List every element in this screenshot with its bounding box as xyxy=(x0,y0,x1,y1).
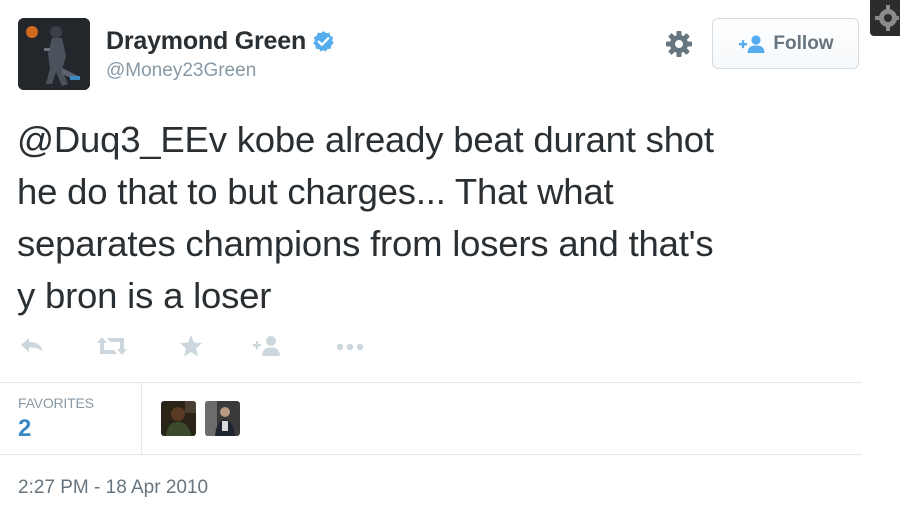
add-user-icon xyxy=(737,34,767,54)
follow-label: Follow xyxy=(773,32,834,54)
divider xyxy=(0,454,862,455)
divider xyxy=(0,382,862,383)
tweet-line: @Duq3_EEv kobe already beat durant shot xyxy=(17,119,714,160)
favorites-label: FAVORITES xyxy=(18,395,94,411)
retweet-icon[interactable] xyxy=(95,332,129,360)
tweet-line: he do that to but charges... That what xyxy=(17,171,614,212)
favoriter-avatar[interactable] xyxy=(205,401,240,436)
favoriter-avatar[interactable] xyxy=(161,401,196,436)
reply-icon[interactable] xyxy=(18,332,46,360)
tweet-line: separates champions from losers and that… xyxy=(17,223,714,264)
follow-button[interactable]: Follow xyxy=(712,18,859,69)
profile-avatar[interactable] xyxy=(18,18,90,90)
tweet-line: y bron is a loser xyxy=(17,275,272,316)
favorites-count[interactable]: 2 xyxy=(18,415,31,443)
stats-separator xyxy=(141,383,142,454)
tweet-timestamp[interactable]: 2:27 PM - 18 Apr 2010 xyxy=(18,477,208,499)
user-name-text[interactable]: Draymond Green xyxy=(106,27,306,56)
corner-gear-icon[interactable] xyxy=(870,0,900,36)
more-icon[interactable] xyxy=(334,332,366,360)
tweet-text: @Duq3_EEv kobe already beat durant shot … xyxy=(17,114,867,322)
gear-icon[interactable] xyxy=(664,29,694,59)
favorite-icon[interactable] xyxy=(178,332,204,360)
follow-icon[interactable] xyxy=(252,332,284,360)
user-handle[interactable]: @Money23Green xyxy=(106,60,256,82)
verified-badge-icon xyxy=(312,30,335,53)
user-name[interactable]: Draymond Green xyxy=(106,27,335,56)
tweet-page: Draymond Green @Money23Green Follow @Duq… xyxy=(0,0,900,518)
